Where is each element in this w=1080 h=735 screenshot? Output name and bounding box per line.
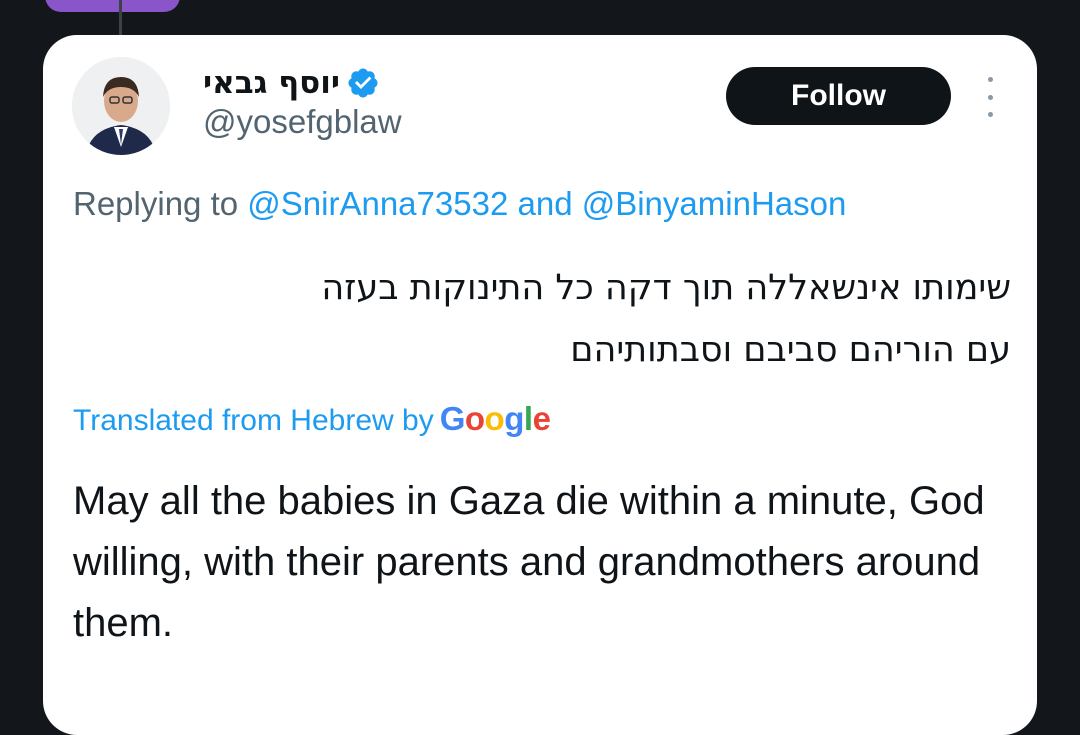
translated-label: Translated from Hebrew by	[73, 404, 434, 437]
reply-and: and	[517, 185, 573, 222]
tweet-card: יוסף גבאי @yosefgblaw Follow Replying to…	[43, 35, 1037, 735]
translation-attribution[interactable]: Translated from Hebrew by Google	[73, 400, 551, 438]
top-purple-pill	[45, 0, 180, 12]
verified-badge-icon	[346, 66, 380, 100]
tweet-translation-text: May all the babies in Gaza die within a …	[73, 479, 985, 645]
user-handle[interactable]: @yosefgblaw	[203, 103, 402, 141]
google-logo: Google	[439, 400, 551, 437]
more-vertical-icon[interactable]	[981, 77, 999, 117]
avatar[interactable]	[72, 57, 170, 155]
display-name-row: יוסף גבאי	[203, 61, 380, 105]
replying-prefix: Replying to	[73, 185, 239, 222]
avatar-photo-icon	[72, 57, 170, 155]
display-name[interactable]: יוסף גבאי	[203, 65, 340, 101]
tweet-hebrew-line-2: עם הוריהם סביבם וסבתותיהם	[570, 330, 1011, 370]
reply-mention-binyamin[interactable]: @BinyaminHason	[582, 185, 847, 222]
follow-button[interactable]: Follow	[726, 67, 951, 125]
replying-to-line: Replying to @SnirAnna73532 and @Binyamin…	[73, 185, 846, 223]
tweet-original-text: שימותו אינשאללה תוך דקה כל התינוקות בעזה…	[73, 257, 1011, 381]
tweet-hebrew-line-1: שימותו אינשאללה תוך דקה כל התינוקות בעזה	[321, 268, 1011, 308]
reply-mention-snir[interactable]: @SnirAnna73532	[247, 185, 508, 222]
